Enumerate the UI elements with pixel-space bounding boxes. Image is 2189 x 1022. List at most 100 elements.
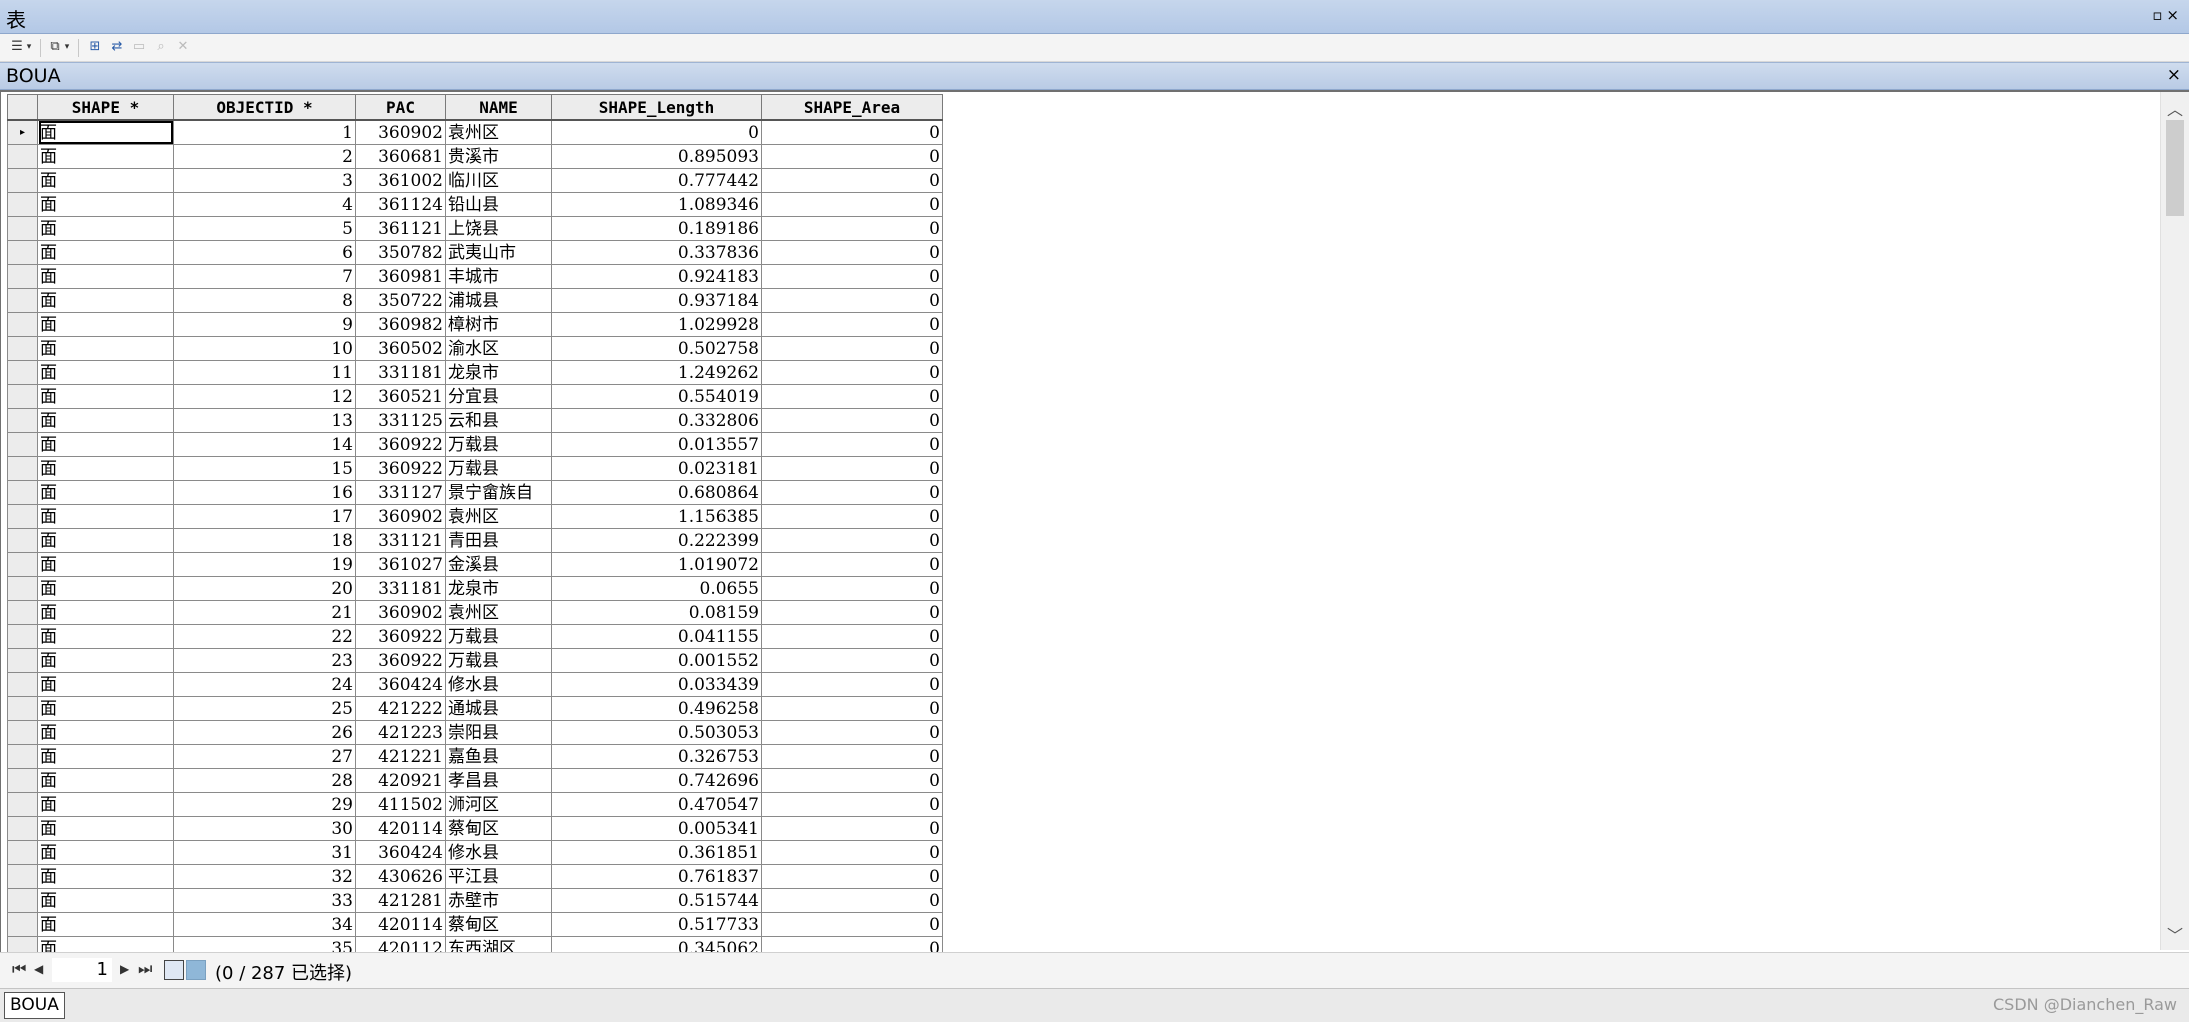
cell-name[interactable]: 万载县 (445, 456, 552, 481)
cell-pac[interactable]: 360424 (355, 840, 446, 865)
cell-shape[interactable]: 面 (37, 119, 174, 145)
cell-shape-area[interactable]: 0 (761, 168, 943, 193)
clear-selection-icon[interactable]: ▭ (130, 38, 148, 56)
cell-objectid[interactable]: 19 (173, 552, 356, 577)
cell-shape-length[interactable]: 0.742696 (551, 768, 762, 793)
cell-shape-length[interactable]: 1.089346 (551, 192, 762, 217)
cell-objectid[interactable]: 12 (173, 384, 356, 409)
table-row[interactable]: ▸ 面 1 360902 袁州区 0 0 (7, 119, 943, 145)
cell-pac[interactable]: 360681 (355, 144, 446, 169)
cell-pac[interactable]: 350782 (355, 240, 446, 265)
cell-shape[interactable]: 面 (37, 552, 174, 577)
cell-shape-length[interactable]: 0.924183 (551, 264, 762, 289)
cell-shape-area[interactable]: 0 (761, 744, 943, 769)
cell-shape-length[interactable]: 0.337836 (551, 240, 762, 265)
table-tab-boua[interactable]: BOUA (4, 992, 65, 1019)
cell-shape[interactable]: 面 (37, 744, 174, 769)
cell-shape[interactable]: 面 (37, 840, 174, 865)
row-selector[interactable] (7, 648, 38, 673)
cell-name[interactable]: 樟树市 (445, 312, 552, 337)
cell-shape-area[interactable]: 0 (761, 936, 943, 952)
row-selector[interactable] (7, 192, 38, 217)
cell-shape[interactable]: 面 (37, 288, 174, 313)
cell-shape-length[interactable]: 0.033439 (551, 672, 762, 697)
cell-objectid[interactable]: 29 (173, 792, 356, 817)
cell-shape-length[interactable]: 0.08159 (551, 600, 762, 625)
cell-name[interactable]: 万载县 (445, 648, 552, 673)
table-row[interactable]: 面 13 331125 云和县 0.332806 0 (7, 408, 943, 433)
cell-pac[interactable]: 361121 (355, 216, 446, 241)
cell-shape[interactable]: 面 (37, 408, 174, 433)
scroll-thumb[interactable] (2166, 120, 2184, 216)
cell-objectid[interactable]: 6 (173, 240, 356, 265)
cell-shape-length[interactable]: 1.249262 (551, 360, 762, 385)
first-record-icon[interactable]: ⏮ (12, 959, 26, 979)
cell-shape-area[interactable]: 0 (761, 144, 943, 169)
cell-objectid[interactable]: 17 (173, 504, 356, 529)
cell-shape[interactable]: 面 (37, 720, 174, 745)
cell-objectid[interactable]: 9 (173, 312, 356, 337)
cell-name[interactable]: 分宜县 (445, 384, 552, 409)
cell-shape-length[interactable]: 0.895093 (551, 144, 762, 169)
cell-pac[interactable]: 360922 (355, 456, 446, 481)
cell-shape-area[interactable]: 0 (761, 384, 943, 409)
cell-name[interactable]: 云和县 (445, 408, 552, 433)
cell-name[interactable]: 浉河区 (445, 792, 552, 817)
cell-shape-length[interactable]: 0.041155 (551, 624, 762, 649)
row-selector[interactable] (7, 504, 38, 529)
cell-objectid[interactable]: 35 (173, 936, 356, 952)
cell-shape-area[interactable]: 0 (761, 288, 943, 313)
table-row[interactable]: 面 2 360681 贵溪市 0.895093 0 (7, 144, 943, 169)
cell-shape-area[interactable]: 0 (761, 600, 943, 625)
row-selector-header[interactable] (7, 94, 38, 121)
cell-shape-length[interactable]: 0.326753 (551, 744, 762, 769)
row-selector[interactable] (7, 360, 38, 385)
table-row[interactable]: 面 28 420921 孝昌县 0.742696 0 (7, 768, 943, 793)
cell-objectid[interactable]: 33 (173, 888, 356, 913)
cell-objectid[interactable]: 26 (173, 720, 356, 745)
delete-selected-icon[interactable]: ✕ (174, 38, 192, 56)
cell-shape-length[interactable]: 0.777442 (551, 168, 762, 193)
cell-objectid[interactable]: 10 (173, 336, 356, 361)
close-icon[interactable]: × (2166, 6, 2183, 24)
cell-shape-area[interactable]: 0 (761, 840, 943, 865)
column-header-objectid[interactable]: OBJECTID * (173, 94, 356, 121)
chevron-down-icon[interactable]: ▾ (24, 38, 34, 56)
column-header-shape-area[interactable]: SHAPE_Area (761, 94, 943, 121)
table-row[interactable]: 面 19 361027 金溪县 1.019072 0 (7, 552, 943, 577)
cell-shape[interactable]: 面 (37, 432, 174, 457)
cell-shape[interactable]: 面 (37, 312, 174, 337)
cell-objectid[interactable]: 34 (173, 912, 356, 937)
cell-name[interactable]: 东西湖区 (445, 936, 552, 952)
cell-shape-length[interactable]: 0.189186 (551, 216, 762, 241)
row-selector[interactable] (7, 888, 38, 913)
table-row[interactable]: 面 20 331181 龙泉市 0.0655 0 (7, 576, 943, 601)
cell-objectid[interactable]: 27 (173, 744, 356, 769)
table-row[interactable]: 面 4 361124 铅山县 1.089346 0 (7, 192, 943, 217)
cell-objectid[interactable]: 3 (173, 168, 356, 193)
row-selector[interactable] (7, 696, 38, 721)
row-selector[interactable] (7, 672, 38, 697)
cell-shape-area[interactable]: 0 (761, 552, 943, 577)
cell-pac[interactable]: 360902 (355, 119, 446, 145)
cell-shape-area[interactable]: 0 (761, 816, 943, 841)
cell-shape[interactable]: 面 (37, 360, 174, 385)
close-icon[interactable]: × (2167, 65, 2181, 85)
cell-pac[interactable]: 361027 (355, 552, 446, 577)
cell-pac[interactable]: 360902 (355, 504, 446, 529)
row-selector[interactable] (7, 864, 38, 889)
cell-shape-area[interactable]: 0 (761, 216, 943, 241)
cell-pac[interactable]: 420114 (355, 816, 446, 841)
cell-shape-length[interactable]: 1.019072 (551, 552, 762, 577)
table-row[interactable]: 面 16 331127 景宁畲族自 0.680864 0 (7, 480, 943, 505)
cell-shape[interactable]: 面 (37, 648, 174, 673)
cell-name[interactable]: 万载县 (445, 624, 552, 649)
cell-shape-length[interactable]: 0 (551, 119, 762, 145)
cell-pac[interactable]: 360981 (355, 264, 446, 289)
cell-objectid[interactable]: 31 (173, 840, 356, 865)
table-row[interactable]: 面 11 331181 龙泉市 1.249262 0 (7, 360, 943, 385)
cell-shape[interactable]: 面 (37, 192, 174, 217)
cell-shape-length[interactable]: 0.680864 (551, 480, 762, 505)
cell-shape-area[interactable]: 0 (761, 528, 943, 553)
cell-name[interactable]: 赤壁市 (445, 888, 552, 913)
